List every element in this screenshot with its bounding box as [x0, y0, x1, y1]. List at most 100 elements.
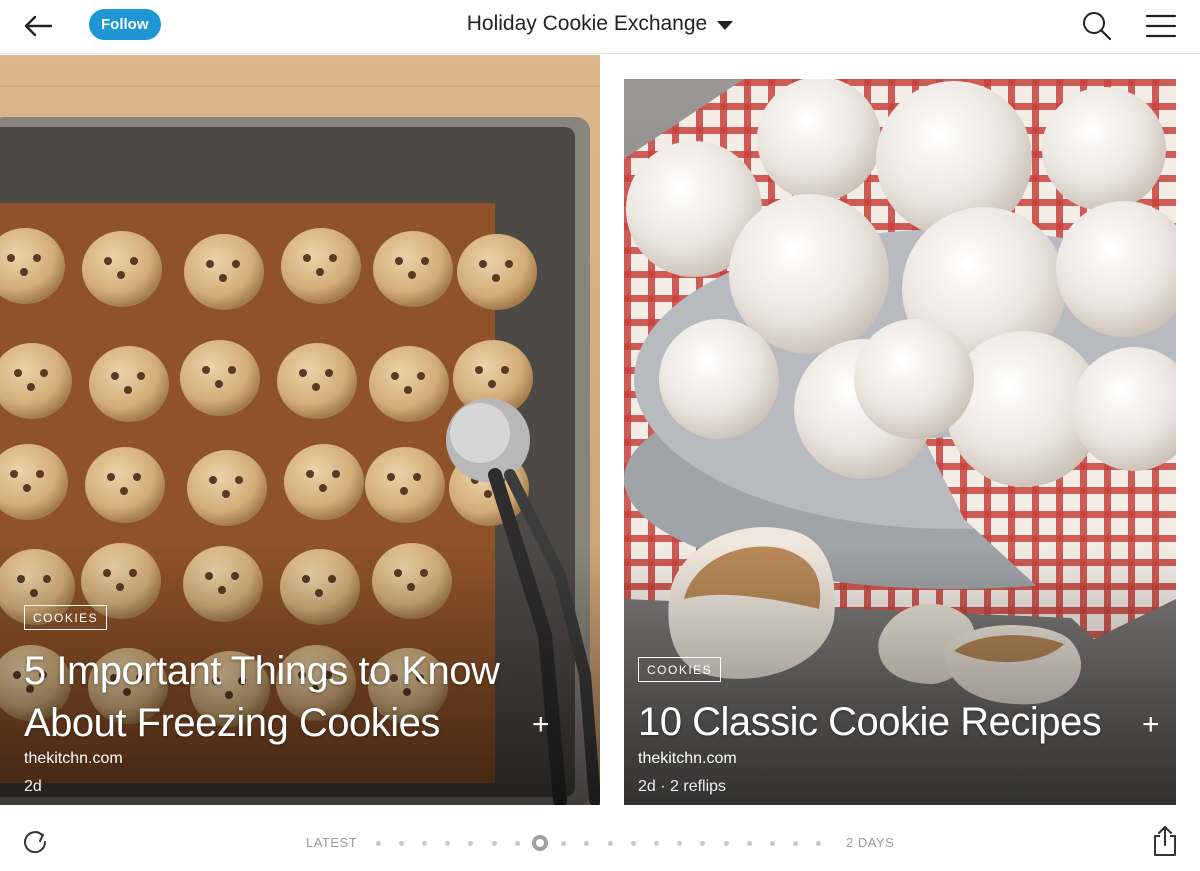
timeline-dot[interactable]	[584, 841, 590, 846]
chocolate-chip	[219, 274, 227, 282]
timeline-dot[interactable]	[746, 841, 752, 846]
article-headline[interactable]: 10 Classic Cookie Recipes	[638, 696, 1138, 748]
dough-ball	[365, 447, 445, 523]
dough-ball	[180, 340, 260, 416]
chocolate-chip	[316, 268, 324, 276]
chocolate-chip	[479, 260, 487, 268]
dough-ball	[89, 346, 169, 422]
chocolate-chip	[124, 386, 132, 394]
timeline-dot[interactable]	[445, 841, 451, 846]
dough-ball	[187, 450, 267, 526]
timeline-dot[interactable]	[677, 841, 683, 846]
chocolate-chip	[117, 271, 125, 279]
chocolate-chip	[232, 260, 240, 268]
chocolate-chip	[235, 476, 243, 484]
add-to-magazine-plus-icon[interactable]: +	[1142, 710, 1160, 740]
timeline-dot[interactable]	[514, 841, 520, 846]
chocolate-chip	[40, 369, 48, 377]
chocolate-chip	[329, 254, 337, 262]
chocolate-chip	[36, 470, 44, 478]
chocolate-chip	[505, 260, 513, 268]
chocolate-chip	[492, 274, 500, 282]
timeline-dot[interactable]	[723, 841, 729, 846]
chocolate-chip	[202, 366, 210, 374]
dough-ball	[281, 228, 361, 304]
share-icon	[1154, 826, 1176, 856]
menu-icon	[1145, 14, 1177, 38]
share-button[interactable]	[1150, 824, 1180, 858]
timeline-dot[interactable]	[769, 841, 775, 846]
timeline-dot[interactable]	[398, 841, 404, 846]
chocolate-chip	[306, 470, 314, 478]
chocolate-chip	[395, 257, 403, 265]
chocolate-chip	[206, 260, 214, 268]
timeline-start-label: LATEST	[306, 835, 358, 850]
article-source[interactable]: thekitchn.com	[638, 750, 737, 768]
timeline-dot[interactable]	[816, 841, 822, 846]
chocolate-chip	[299, 369, 307, 377]
timeline-dot[interactable]	[607, 841, 613, 846]
magazine-title: Holiday Cookie Exchange	[466, 12, 708, 35]
chocolate-chip	[325, 369, 333, 377]
category-tag[interactable]: COOKIES	[24, 605, 108, 630]
chocolate-chip	[20, 268, 28, 276]
snowball-cookie	[1042, 87, 1166, 211]
top-bar: Follow Holiday Cookie Exchange	[0, 0, 1200, 54]
article-headline[interactable]: 5 Important Things to Know About Freezin…	[24, 645, 564, 749]
add-to-magazine-plus-icon[interactable]: +	[532, 710, 550, 740]
chocolate-chip	[137, 372, 145, 380]
dough-ball	[184, 234, 264, 310]
timeline-dot[interactable]	[793, 841, 799, 846]
article-card-freezing-cookies[interactable]: COOKIES 5 Important Things to Know About…	[0, 55, 600, 805]
timeline-dot[interactable]	[700, 841, 706, 846]
dough-ball	[284, 444, 364, 520]
chocolate-chip	[27, 383, 35, 391]
timeline-dot[interactable]	[468, 841, 474, 846]
chocolate-chip	[501, 366, 509, 374]
dough-ball	[373, 231, 453, 307]
timeline-dot[interactable]	[630, 841, 636, 846]
caret-down-icon	[717, 20, 734, 30]
chocolate-chip	[312, 383, 320, 391]
menu-button[interactable]	[1144, 11, 1178, 41]
magazine-title-dropdown[interactable]: Holiday Cookie Exchange	[466, 12, 734, 36]
chocolate-chip	[228, 366, 236, 374]
chocolate-chip	[404, 386, 412, 394]
timeline-dot[interactable]	[375, 841, 381, 846]
headline-line-1: 10 Classic Cookie Recipes	[638, 700, 1102, 744]
chocolate-chip	[7, 254, 15, 262]
headline-line-2: About Freezing Cookies	[24, 701, 440, 745]
refresh-icon	[24, 831, 47, 854]
dough-ball	[457, 234, 537, 310]
chocolate-chip	[400, 487, 408, 495]
timeline-dot[interactable]	[653, 841, 659, 846]
chocolate-chip	[303, 254, 311, 262]
chocolate-chip	[475, 366, 483, 374]
timeline-dot-current[interactable]	[532, 835, 549, 851]
chocolate-chip	[33, 254, 41, 262]
article-age-reflips: 2d · 2 reflips	[638, 778, 727, 795]
search-icon	[1083, 12, 1112, 41]
chocolate-chip	[111, 372, 119, 380]
dough-ball	[369, 346, 449, 422]
bottom-bar: LATEST 2 DAYS	[0, 812, 1200, 871]
chocolate-chip	[107, 473, 115, 481]
chocolate-chip	[14, 369, 22, 377]
headline-line-1: 5 Important Things to Know	[24, 649, 500, 693]
category-tag[interactable]: COOKIES	[638, 657, 722, 682]
timeline-dot[interactable]	[561, 841, 567, 846]
article-source[interactable]: thekitchn.com	[24, 750, 123, 768]
chocolate-chip	[215, 380, 223, 388]
refresh-button[interactable]	[20, 826, 50, 856]
chocolate-chip	[413, 473, 421, 481]
article-card-classic-recipes[interactable]: COOKIES 10 Classic Cookie Recipes thekit…	[624, 79, 1176, 805]
chocolate-chip	[133, 473, 141, 481]
search-button[interactable]	[1080, 9, 1114, 43]
timeline-dot[interactable]	[491, 841, 497, 846]
dough-ball	[277, 343, 357, 419]
timeline-dot[interactable]	[421, 841, 427, 846]
snowball-cookie	[757, 79, 881, 201]
article-age: 2d	[24, 778, 42, 795]
chocolate-chip	[408, 271, 416, 279]
dough-ball	[82, 231, 162, 307]
